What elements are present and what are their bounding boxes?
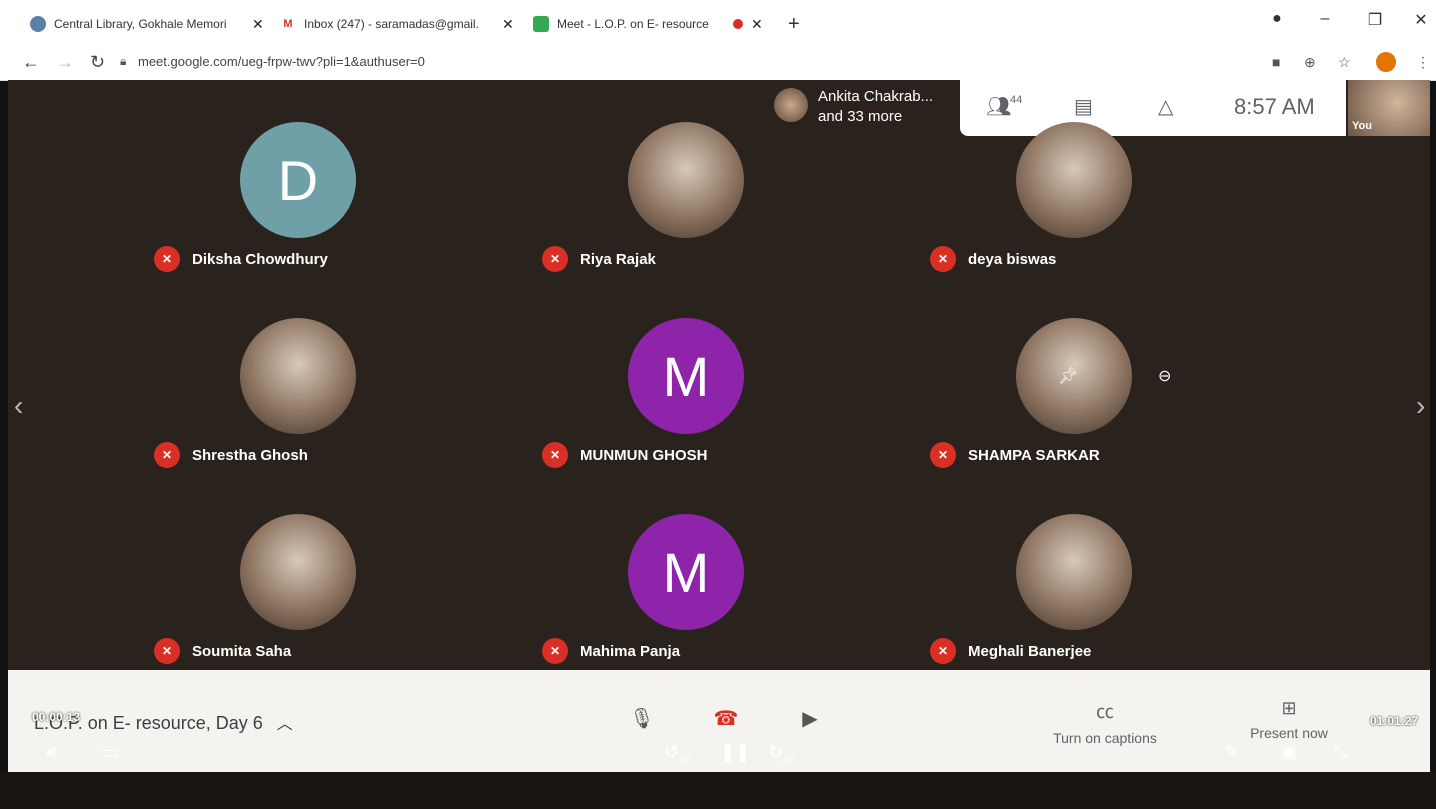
more-dots-icon[interactable]: ⋯ <box>1386 742 1404 763</box>
recording-dot-icon <box>733 19 743 29</box>
participant-tile: ✕ Meghali Banerjee <box>890 514 1210 684</box>
avatar: M <box>628 318 744 434</box>
participant-tile: ✕ Shrestha Ghosh <box>114 318 434 488</box>
video-camera-icon: ▶︎ <box>802 707 818 730</box>
avatar <box>240 514 356 630</box>
participant-name: Mahima Panja <box>580 642 681 660</box>
meeting-clock: 8:57 AM <box>1234 94 1315 119</box>
chevron-up-icon: ︿ <box>276 716 293 733</box>
present-icon: ⊞ <box>1281 698 1297 718</box>
meet-grid: Ankita Chakrab... and 33 more 👥︎ 44 ▤ △ … <box>8 80 1430 772</box>
avatar: D <box>240 122 356 238</box>
participant-tile[interactable]: 📌︎ ⊖ ✕ SHAMPA SARKAR <box>890 318 1210 488</box>
camera-button[interactable]: ▶︎ <box>782 694 838 742</box>
pip-icon[interactable]: ▣ <box>1280 742 1297 763</box>
pin-icon[interactable]: 📌︎ <box>1058 366 1078 386</box>
participant-tile: ✕ Soumita Saha <box>114 514 434 684</box>
close-tab-icon[interactable]: ✕ <box>751 16 763 33</box>
forward-icon[interactable]: → <box>56 52 74 73</box>
chevron-left-icon[interactable]: ‹ <box>14 390 23 422</box>
mic-off-icon: ✕ <box>154 638 180 664</box>
lock-icon: 🔒︎ <box>120 54 127 68</box>
activities-icon[interactable]: △ <box>1158 94 1173 119</box>
elapsed-time: 00:00:13 <box>32 710 81 724</box>
captions-button[interactable]: ㏄ Turn on captions <box>1030 698 1180 746</box>
meet-icon <box>533 16 549 32</box>
participant-tile: M ✕ MUNMUN GHOSH <box>502 318 822 488</box>
mic-off-icon: ✕ <box>930 246 956 272</box>
avatar <box>1016 514 1132 630</box>
mic-off-icon: ✕ <box>542 246 568 272</box>
avatar: M <box>628 514 744 630</box>
mic-button[interactable]: 🎙︎ <box>614 694 670 742</box>
mic-off-icon: ✕ <box>542 442 568 468</box>
reload-icon[interactable]: ↻ <box>90 52 105 73</box>
url-field[interactable]: meet.google.com/ueg-frpw-twv?pli=1&authu… <box>138 54 425 69</box>
account-icon[interactable]: ● <box>1262 10 1292 28</box>
participant-count: 44 <box>1010 94 1023 106</box>
participant-name: deya biswas <box>968 250 1057 268</box>
address-bar: ← → ↻ 🔒︎ meet.google.com/ueg-frpw-twv?pl… <box>0 46 1436 81</box>
participant-tile: ✕ deya biswas <box>890 122 1210 292</box>
mic-icon: 🎙︎ <box>629 707 655 730</box>
bookmark-star-icon[interactable]: ☆ <box>1338 54 1351 71</box>
total-duration: 01:01:27 <box>1370 714 1419 728</box>
tab-central-library[interactable]: Central Library, Gokhale Memori ✕ <box>30 8 264 40</box>
mic-off-icon: ✕ <box>930 638 956 664</box>
mic-off-icon: ✕ <box>930 442 956 468</box>
participant-name: Soumita Saha <box>192 642 292 660</box>
forward-icon[interactable]: ↻30 <box>768 742 794 766</box>
chevron-right-icon[interactable]: › <box>1416 390 1425 422</box>
participant-tile: ✕ Riya Rajak <box>502 122 822 292</box>
globe-icon <box>30 16 46 32</box>
avatar <box>240 318 356 434</box>
browser-tab-bar: Central Library, Gokhale Memori ✕ M Inbo… <box>0 0 1436 46</box>
close-tab-icon[interactable]: ✕ <box>252 16 264 33</box>
avatar <box>1016 122 1132 238</box>
avatar <box>628 122 744 238</box>
participant-name: SHAMPA SARKAR <box>968 446 1100 464</box>
participant-name: Riya Rajak <box>580 250 656 268</box>
tab-gmail-inbox[interactable]: M Inbox (247) - saramadas@gmail. ✕ <box>280 8 514 40</box>
menu-dots-icon[interactable]: ⋮ <box>1416 54 1430 71</box>
self-view[interactable]: You <box>1348 80 1430 136</box>
phone-hangup-icon: ☎︎ <box>713 707 739 730</box>
pause-icon[interactable]: ❚❚ <box>720 742 750 763</box>
meet-bottom-bar: L.O.P. on E- resource, Day 6 ︿ 🎙︎ ☎︎ ▶︎ ㏄… <box>8 670 1430 772</box>
speaker-avatar <box>774 88 808 122</box>
profile-avatar-icon[interactable] <box>1376 52 1396 72</box>
participant-name: Meghali Banerjee <box>968 642 1092 660</box>
rewind-icon[interactable]: ↺10 <box>664 742 690 766</box>
end-call-button[interactable]: ☎︎ <box>698 694 754 742</box>
close-window-icon[interactable]: ✕ <box>1406 10 1436 30</box>
close-tab-icon[interactable]: ✕ <box>502 16 514 33</box>
minimize-icon[interactable]: – <box>1310 10 1340 28</box>
mic-off-icon: ✕ <box>154 442 180 468</box>
chat-icon[interactable]: ▤ <box>1074 94 1093 119</box>
bottom-strip <box>0 772 1436 809</box>
restore-icon[interactable]: ❐ <box>1360 10 1390 30</box>
participant-name: Shrestha Ghosh <box>192 446 308 464</box>
back-icon[interactable]: ← <box>22 52 40 73</box>
mic-off-icon: ✕ <box>154 246 180 272</box>
mic-off-icon: ✕ <box>542 638 568 664</box>
cc-icon: ㏄ <box>1096 702 1114 722</box>
participant-name: Diksha Chowdhury <box>192 250 328 268</box>
remove-icon[interactable]: ⊖ <box>1158 366 1171 386</box>
tab-meet[interactable]: Meet - L.O.P. on E- resource ✕ <box>533 8 763 40</box>
camera-icon[interactable]: ■ <box>1272 54 1280 70</box>
participant-tile: D ✕ Diksha Chowdhury <box>114 122 434 292</box>
new-tab-button[interactable]: + <box>788 8 800 40</box>
participant-tile: M ✕ Mahima Panja <box>502 514 822 684</box>
pencil-icon[interactable]: ✎ <box>1224 742 1239 763</box>
subtitles-icon[interactable]: ▭ <box>102 742 119 763</box>
participant-name: MUNMUN GHOSH <box>580 446 708 464</box>
volume-icon[interactable]: 🔊︎ <box>46 742 57 763</box>
gmail-icon: M <box>283 18 293 30</box>
exit-fullscreen-icon[interactable]: ⤡ <box>1334 742 1348 763</box>
people-icon[interactable]: 👥︎ <box>986 94 1011 119</box>
present-now-button[interactable]: ⊞ Present now <box>1214 698 1364 741</box>
zoom-icon[interactable]: ⊕ <box>1304 54 1316 71</box>
